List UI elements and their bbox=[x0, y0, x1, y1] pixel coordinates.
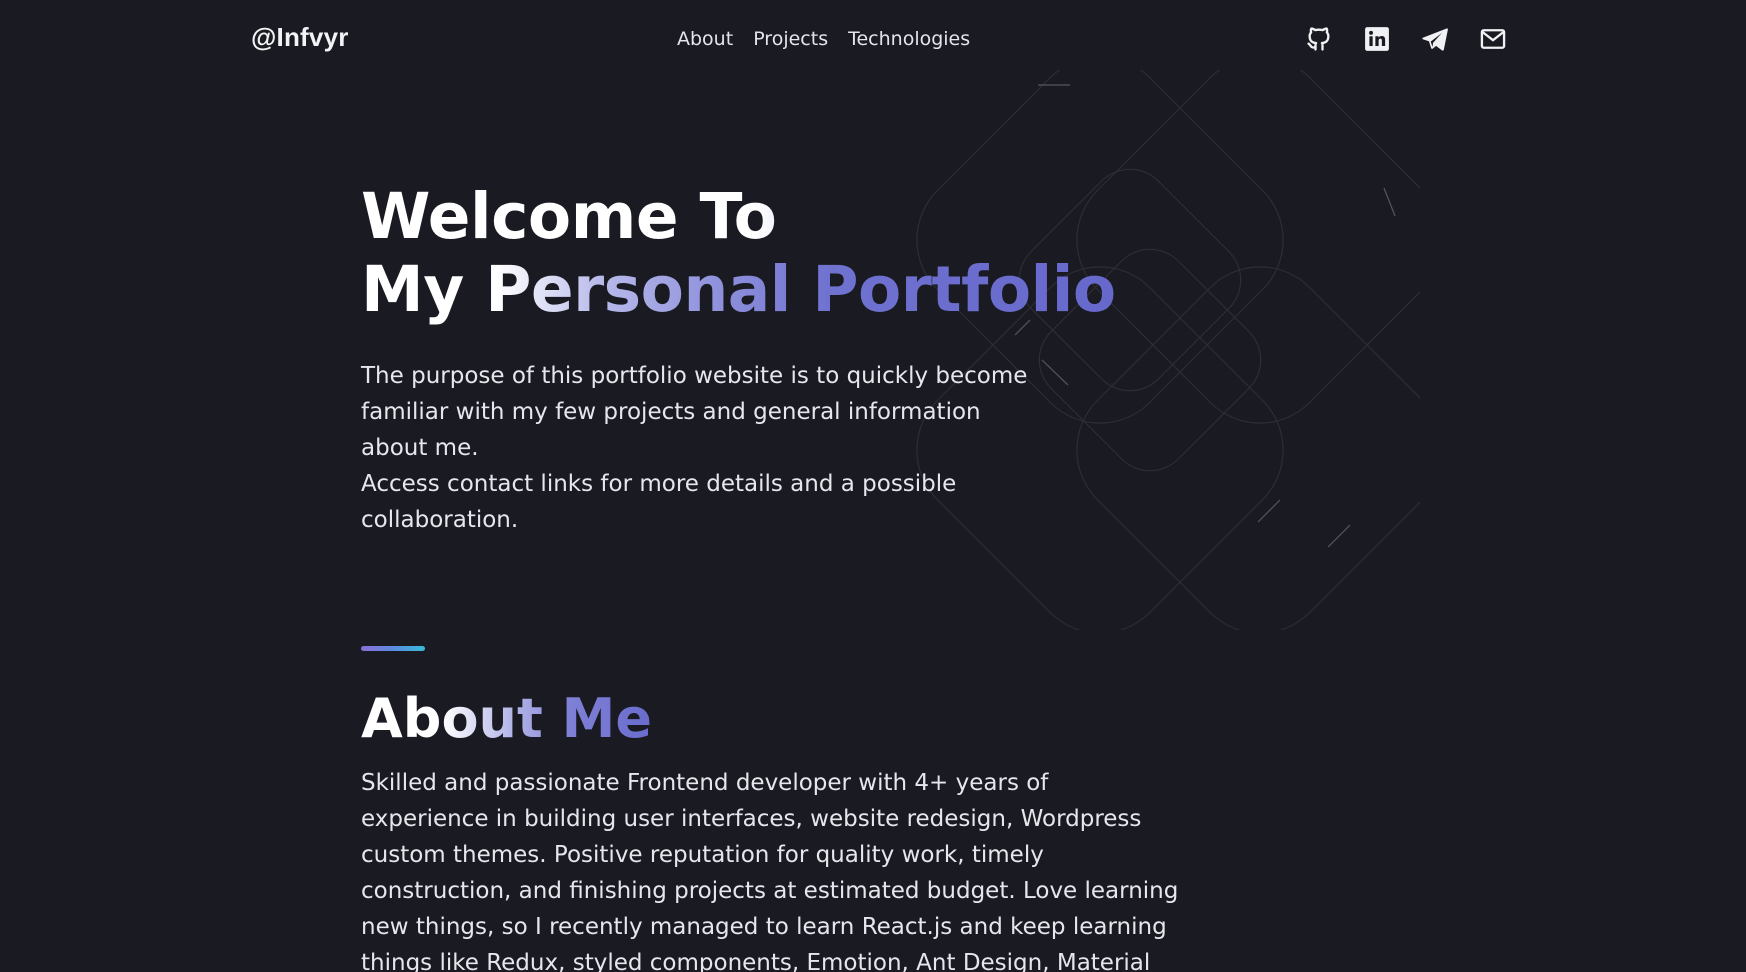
hero-title-line-1: Welcome To bbox=[361, 180, 1116, 253]
nav-link-projects[interactable]: Projects bbox=[753, 28, 828, 50]
background-pattern-graphic bbox=[916, 70, 1420, 630]
hero-paragraph-contact: Access contact links for more details an… bbox=[361, 471, 957, 533]
mail-icon bbox=[1480, 29, 1506, 49]
hero-paragraph-purpose: The purpose of this portfolio website is… bbox=[361, 363, 1028, 461]
about-description: Skilled and passionate Frontend develope… bbox=[361, 770, 1179, 972]
telegram-link[interactable] bbox=[1421, 25, 1449, 53]
nav-link-technologies[interactable]: Technologies bbox=[848, 28, 970, 50]
site-logo[interactable]: @Infvyr bbox=[251, 22, 349, 53]
mail-link[interactable] bbox=[1479, 25, 1507, 53]
main-nav: About Projects Technologies bbox=[677, 28, 970, 50]
linkedin-link[interactable] bbox=[1363, 25, 1391, 53]
section-accent-bar bbox=[361, 646, 425, 651]
nav-link-about[interactable]: About bbox=[677, 28, 733, 50]
github-link[interactable] bbox=[1305, 25, 1333, 53]
github-icon bbox=[1307, 27, 1330, 51]
telegram-icon bbox=[1422, 28, 1448, 51]
about-section-title: About Me bbox=[361, 687, 652, 750]
site-header: @Infvyr About Projects Technologies bbox=[0, 0, 1746, 80]
hero-description: The purpose of this portfolio website is… bbox=[361, 358, 1041, 538]
hero-title-line-2: My Personal Portfolio bbox=[361, 253, 1116, 326]
linkedin-icon bbox=[1365, 27, 1389, 51]
hero-title: Welcome To My Personal Portfolio bbox=[361, 180, 1116, 326]
social-links bbox=[1305, 25, 1507, 53]
portfolio-page: @Infvyr About Projects Technologies Welc… bbox=[0, 0, 1746, 972]
